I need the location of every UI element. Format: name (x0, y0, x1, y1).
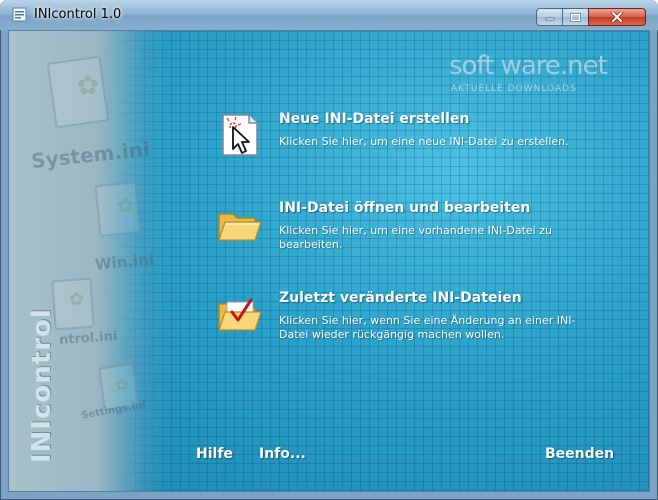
close-icon (611, 12, 623, 22)
brand-logo: INIcontrol (23, 308, 65, 491)
app-icon (12, 7, 27, 22)
ghost-label-control-ini: ntrol.ini (58, 328, 118, 349)
close-button[interactable] (588, 8, 646, 26)
folder-checkmark-icon (218, 298, 262, 331)
new-ini-description: Klicken Sie hier, um eine neue INI-Datei… (279, 135, 569, 148)
ghost-leaf-icon: ✿ (69, 289, 85, 310)
minimize-icon (545, 17, 554, 21)
ghost-leaf-icon: ✿ (117, 193, 134, 217)
watermark-text: soft ware.net (449, 51, 608, 81)
watermark: soft ware.net AKTUELLE DOWNLOADS (449, 51, 649, 99)
window-title: INIcontrol 1.0 (34, 7, 122, 22)
ghost-label-system-ini: System.ini (30, 136, 151, 174)
sidebar: ✿ System.ini ✿ Win.ini ✿ ntrol.ini ✿ Set… (9, 31, 169, 491)
main-panel: ✿ System.ini ✿ Win.ini ✿ ntrol.ini ✿ Set… (8, 30, 650, 492)
ghost-leaf-icon: ✿ (77, 71, 99, 101)
app-window: INIcontrol 1.0 ✿ System.ini ✿ Win.ini ✿ … (0, 0, 658, 500)
new-ini-action[interactable]: Neue INI-Datei erstellen Klicken Sie hie… (215, 111, 605, 171)
new-ini-title: Neue INI-Datei erstellen (279, 111, 470, 127)
recent-ini-title: Zuletzt veränderte INI-Dateien (279, 290, 522, 306)
maximize-icon (570, 12, 581, 22)
recent-ini-description: Klicken Sie hier, wenn Sie eine Änderung… (279, 314, 576, 341)
title-bar[interactable]: INIcontrol 1.0 (0, 0, 658, 30)
open-ini-action[interactable]: INI-Datei öffnen und bearbeiten Klicken … (215, 200, 605, 260)
help-link[interactable]: Hilfe (196, 446, 233, 462)
open-ini-description: Klicken Sie hier, um eine vorhandene INI… (279, 224, 552, 251)
exit-link[interactable]: Beenden (545, 446, 614, 462)
maximize-button[interactable] (562, 8, 589, 26)
recent-ini-action[interactable]: Zuletzt veränderte INI-Dateien Klicken S… (215, 290, 605, 362)
ghost-leaf-icon: ✿ (115, 375, 129, 394)
open-folder-icon (218, 213, 262, 241)
open-ini-title: INI-Datei öffnen und bearbeiten (279, 200, 531, 216)
watermark-subtext: AKTUELLE DOWNLOADS (451, 84, 577, 94)
ghost-label-win-ini: Win.ini (94, 250, 155, 274)
info-link[interactable]: Info... (259, 446, 306, 462)
minimize-button[interactable] (536, 8, 563, 26)
new-file-cursor-icon (222, 114, 258, 156)
brand-text: INIcontrol (27, 308, 57, 463)
